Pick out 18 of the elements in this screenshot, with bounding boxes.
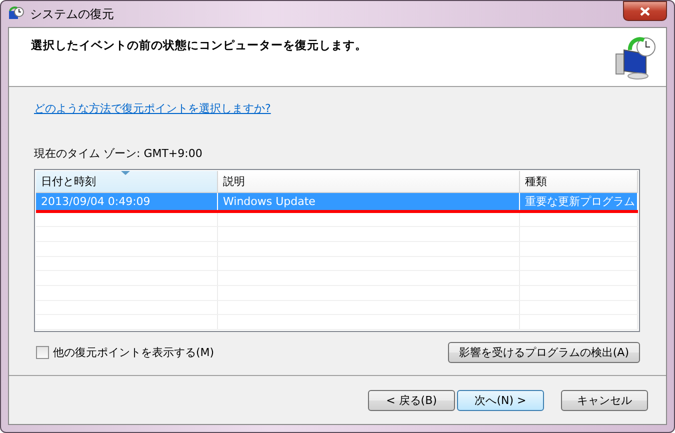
checkbox[interactable] <box>36 346 49 359</box>
sort-arrow-icon <box>121 171 130 176</box>
column-header[interactable]: 説明 <box>218 171 520 193</box>
window-title: システムの復元 <box>30 6 114 22</box>
column-header[interactable]: 日付と時刻 <box>36 171 218 193</box>
checkbox-label[interactable]: 他の復元ポイントを表示する(M) <box>53 345 214 360</box>
timezone-label: 現在のタイム ゾーン: GMT+9:00 <box>34 146 204 161</box>
scan-programs-button[interactable]: 影響を受けるプログラムの検出(A) <box>448 342 640 363</box>
help-link[interactable]: どのような方法で復元ポイントを選択しますか? <box>34 101 271 116</box>
dialog-button[interactable]: 次へ(N) > <box>457 390 544 410</box>
close-icon <box>640 6 650 16</box>
header-title: 選択したイベントの前の状態にコンピューターを復元します。 <box>31 38 367 54</box>
restore-icon <box>8 6 24 22</box>
dialog-button[interactable]: キャンセル <box>561 390 648 410</box>
dialog-button[interactable]: < 戻る(B) <box>368 390 455 410</box>
close-button[interactable] <box>623 1 667 21</box>
computer-clock-icon <box>614 36 656 80</box>
column-header[interactable]: 種類 <box>520 171 638 193</box>
